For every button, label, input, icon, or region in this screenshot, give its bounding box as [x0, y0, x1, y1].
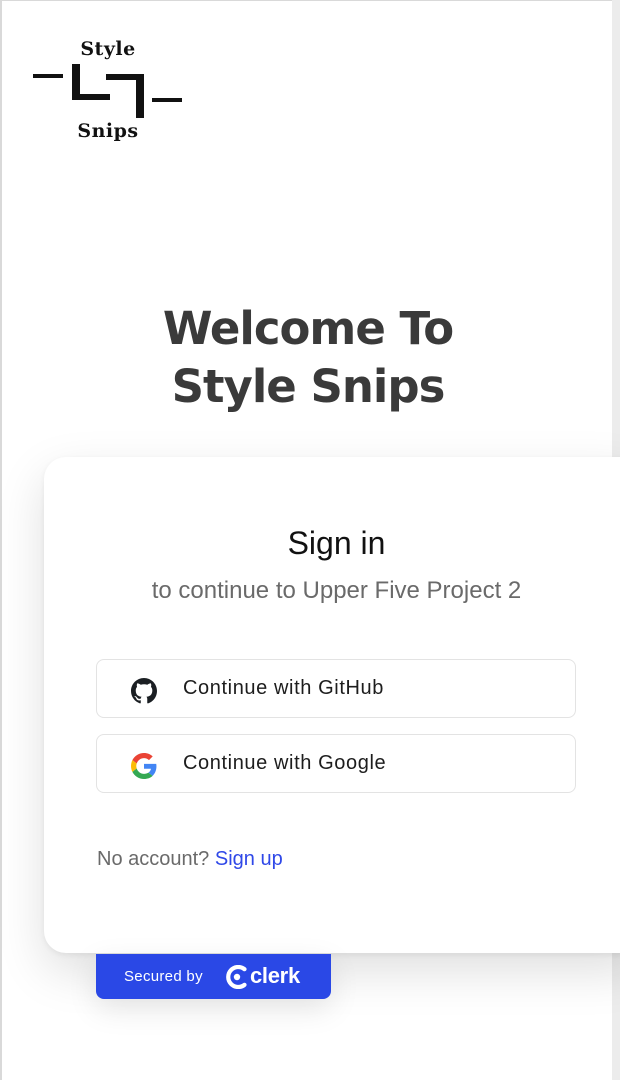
clerk-logo-icon [226, 965, 247, 989]
sign-in-title: Sign in [287, 525, 386, 561]
style-snips-logo[interactable]: Style Snips [28, 36, 188, 146]
continue-with-github-button[interactable]: Continue with GitHub [96, 659, 576, 718]
no-account-text: No account? [97, 848, 210, 870]
window-border-left [0, 0, 2, 1080]
welcome-line-1: Welcome To [162, 302, 454, 355]
google-button-label: Continue with Google [183, 752, 387, 774]
logo-mark-icon [33, 64, 182, 118]
welcome-line-2: Style Snips [171, 360, 446, 413]
secured-by-clerk-badge[interactable]: Secured by clerk [96, 954, 331, 999]
clerk-brand-text: clerk [250, 963, 300, 988]
continue-with-google-button[interactable]: Continue with Google [96, 734, 576, 793]
sign-in-subtitle: to continue to Upper Five Project 2 [151, 577, 522, 604]
sign-in-page: Style Snips Welcome To Style Snips Sign … [0, 0, 620, 1080]
logo-bottom-text: Snips [77, 120, 139, 142]
logo-top-text: Style [80, 38, 136, 60]
window-border-top [0, 0, 612, 1]
sign-up-link[interactable]: Sign up [215, 848, 283, 870]
secured-by-text: Secured by [124, 968, 203, 985]
sign-in-card: Sign in to continue to Upper Five Projec… [44, 457, 620, 953]
github-icon [131, 678, 157, 704]
github-button-label: Continue with GitHub [183, 677, 384, 699]
no-account-prompt: No account? Sign up [97, 848, 283, 871]
welcome-heading: Welcome To Style Snips [0, 300, 616, 416]
google-icon [131, 753, 157, 779]
